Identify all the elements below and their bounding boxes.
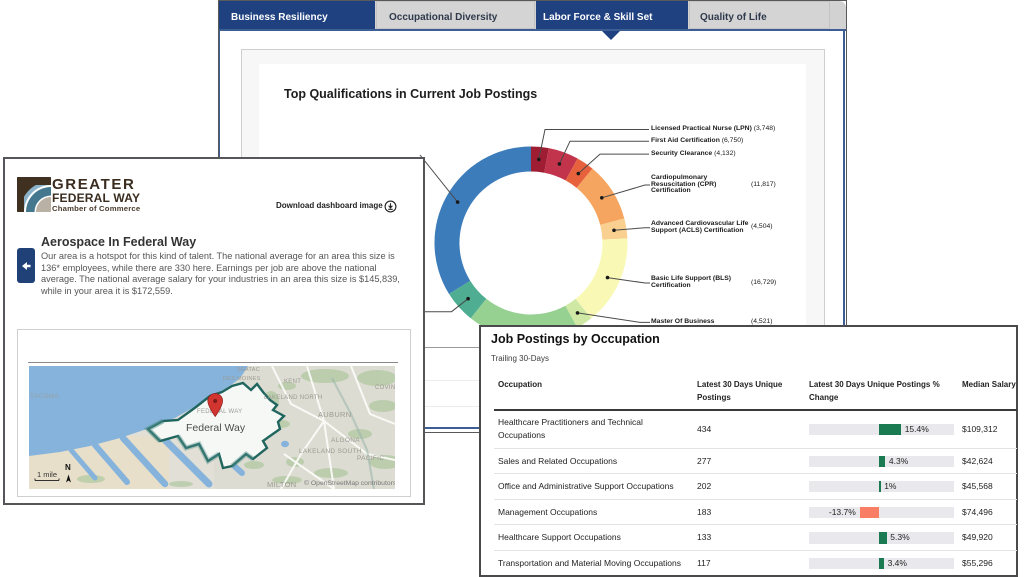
svg-text:1 mile: 1 mile [37, 470, 57, 479]
svg-text:N: N [65, 463, 71, 472]
svg-text:DES MOINES: DES MOINES [223, 376, 261, 382]
svg-text:MILTON: MILTON [267, 480, 296, 489]
svg-text:LAKELAND NORTH: LAKELAND NORTH [264, 395, 322, 401]
svg-text:COVINGT: COVINGT [375, 385, 395, 391]
svg-text:AUBURN: AUBURN [318, 410, 351, 419]
svg-text:TACOMA: TACOMA [30, 393, 59, 400]
svg-text:KENT: KENT [284, 379, 301, 385]
svg-text:LAKELAND SOUTH: LAKELAND SOUTH [299, 448, 362, 455]
svg-text:© OpenStreetMap contributors: © OpenStreetMap contributors [304, 479, 395, 487]
svg-text:ALGONA: ALGONA [331, 437, 360, 444]
svg-text:PACIFIC: PACIFIC [357, 455, 384, 462]
svg-text:SEATAC: SEATAC [237, 367, 260, 373]
svg-text:Federal Way: Federal Way [186, 422, 246, 434]
